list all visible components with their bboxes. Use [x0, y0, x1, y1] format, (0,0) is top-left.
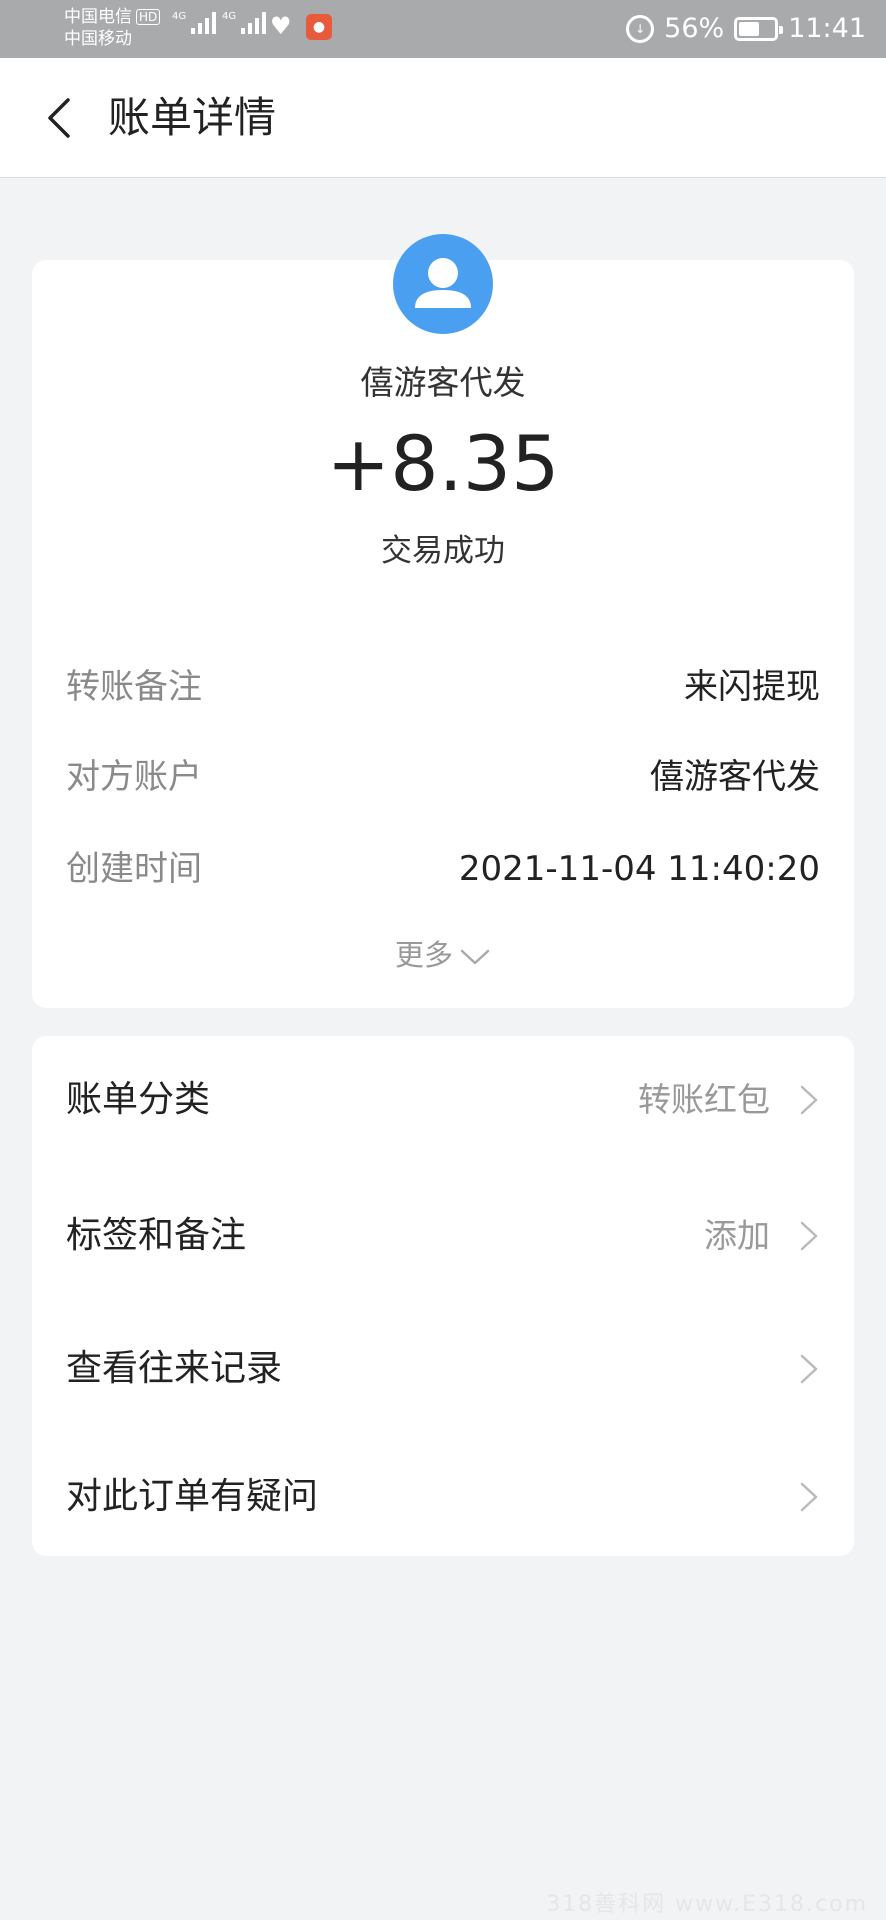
- signal-icon-1: 4G: [172, 11, 217, 34]
- navigation-bar: 账单详情: [0, 58, 886, 178]
- history-records-row[interactable]: 查看往来记录: [66, 1341, 820, 1397]
- transaction-status: 交易成功: [381, 533, 505, 569]
- health-heart-icon: ♥: [270, 12, 292, 40]
- clock: 11:41: [788, 13, 866, 44]
- row-label: 查看往来记录: [66, 1348, 283, 1389]
- detail-row-remark: 转账备注 来闪提现: [66, 662, 820, 712]
- detail-value: 2021-11-04 11:40:20: [458, 849, 820, 889]
- back-arrow-icon[interactable]: [40, 96, 84, 140]
- carrier-1: 中国电信: [64, 7, 132, 27]
- chevron-right-icon: [800, 1221, 818, 1251]
- status-bar: 中国电信 HD 中国移动 4G 4G ♥ ● ↓ 56% 11:41: [0, 0, 886, 58]
- battery-percent: 56%: [664, 13, 725, 44]
- carrier-2: 中国移动: [64, 29, 132, 49]
- detail-label: 转账备注: [66, 667, 202, 707]
- avatar-user-icon: [393, 234, 493, 334]
- watermark: 318善科网 www.E318.com: [546, 1892, 868, 1917]
- payer-name: 僖游客代发: [360, 363, 526, 402]
- row-label: 对此订单有疑问: [66, 1476, 319, 1517]
- detail-label: 对方账户: [66, 757, 202, 797]
- detail-row-created-time: 创建时间 2021-11-04 11:40:20: [66, 844, 820, 894]
- row-label: 标签和备注: [66, 1215, 247, 1256]
- hd-badge: HD: [136, 9, 161, 25]
- detail-row-counterparty: 对方账户 僖游客代发: [66, 752, 820, 802]
- more-button[interactable]: 更多: [0, 932, 886, 978]
- row-value: 转账红包: [638, 1080, 770, 1119]
- tags-notes-row[interactable]: 标签和备注 添加: [66, 1208, 820, 1264]
- more-label: 更多: [394, 938, 453, 972]
- transaction-amount: +8.35: [326, 419, 560, 508]
- bill-category-row[interactable]: 账单分类 转账红包: [66, 1072, 820, 1128]
- app-notification-icon: ●: [306, 14, 332, 40]
- chevron-right-icon: [800, 1085, 818, 1115]
- signal-icon-2: 4G: [222, 11, 267, 34]
- network-type-2: 4G: [222, 11, 237, 22]
- battery-icon: [734, 17, 784, 41]
- status-right: ↓ 56% 11:41: [626, 12, 866, 46]
- order-question-row[interactable]: 对此订单有疑问: [66, 1469, 820, 1525]
- page-title: 账单详情: [108, 93, 277, 142]
- data-saver-icon: ↓: [626, 15, 655, 43]
- network-type-1: 4G: [172, 11, 187, 22]
- row-value: 添加: [704, 1216, 770, 1255]
- chevron-right-icon: [800, 1354, 818, 1384]
- row-label: 账单分类: [66, 1079, 211, 1120]
- chevron-right-icon: [800, 1482, 818, 1512]
- chevron-down-icon: [460, 949, 490, 965]
- carrier-info: 中国电信 HD 中国移动: [64, 6, 161, 50]
- detail-value: 来闪提现: [684, 667, 820, 707]
- detail-value: 僖游客代发: [650, 757, 820, 797]
- detail-label: 创建时间: [66, 849, 202, 889]
